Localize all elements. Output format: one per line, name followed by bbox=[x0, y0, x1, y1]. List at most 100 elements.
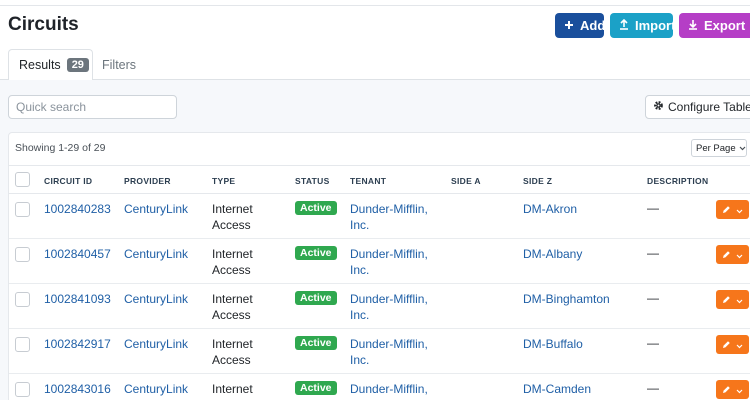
row-checkbox[interactable] bbox=[15, 337, 30, 352]
description: — bbox=[647, 336, 659, 350]
top-divider bbox=[0, 0, 750, 6]
circuit-type-line1: Internet bbox=[212, 247, 253, 261]
tab-results[interactable]: Results 29 bbox=[8, 49, 93, 81]
circuit-type: Internet Access bbox=[212, 381, 253, 400]
row-checkbox[interactable] bbox=[15, 247, 30, 262]
circuit-type-line1: Internet bbox=[212, 337, 253, 351]
side-z-link[interactable]: DM-Albany bbox=[523, 246, 582, 262]
column-header-status[interactable]: STATUS bbox=[295, 176, 330, 186]
side-z-link[interactable]: DM-Binghamton bbox=[523, 291, 610, 307]
row-checkbox[interactable] bbox=[15, 382, 30, 397]
tenant-line1: Dunder-Mifflin, bbox=[350, 337, 428, 351]
per-page-label: Per Page bbox=[696, 142, 736, 154]
pencil-icon bbox=[722, 291, 731, 309]
table-body: 1002840283 CenturyLink Internet Access A… bbox=[9, 194, 750, 400]
tenant-link[interactable]: Dunder-Mifflin, Inc. bbox=[350, 246, 428, 278]
status-badge: Active bbox=[295, 381, 337, 395]
circuit-id-link[interactable]: 1002843016 bbox=[44, 381, 111, 397]
tenant-line2: Inc. bbox=[350, 263, 370, 277]
chevron-down-icon bbox=[736, 381, 743, 399]
tenant-link[interactable]: Dunder-Mifflin, Inc. bbox=[350, 381, 428, 400]
table-row: 1002840457 CenturyLink Internet Access A… bbox=[9, 239, 750, 284]
column-header-tenant[interactable]: TENANT bbox=[350, 176, 386, 186]
circuit-type-line1: Internet bbox=[212, 382, 253, 396]
column-header-provider[interactable]: PROVIDER bbox=[124, 176, 171, 186]
provider-link[interactable]: CenturyLink bbox=[124, 336, 188, 352]
table-row: 1002840283 CenturyLink Internet Access A… bbox=[9, 194, 750, 239]
table-header: CIRCUIT ID PROVIDER TYPE STATUS TENANT S… bbox=[9, 165, 750, 194]
side-z-link[interactable]: DM-Akron bbox=[523, 201, 577, 217]
tenant-line2: Inc. bbox=[350, 353, 370, 367]
configure-table-button[interactable]: Configure Table bbox=[645, 95, 750, 119]
pencil-icon bbox=[722, 336, 731, 354]
circuit-type-line2: Access bbox=[212, 308, 251, 322]
circuit-type-line1: Internet bbox=[212, 202, 253, 216]
tenant-line1: Dunder-Mifflin, bbox=[350, 202, 428, 216]
tenant-link[interactable]: Dunder-Mifflin, Inc. bbox=[350, 291, 428, 323]
table-row: 1002841093 CenturyLink Internet Access A… bbox=[9, 284, 750, 329]
status-badge: Active bbox=[295, 246, 337, 260]
tenant-line1: Dunder-Mifflin, bbox=[350, 292, 428, 306]
description: — bbox=[647, 291, 659, 305]
column-header-side-z[interactable]: SIDE Z bbox=[523, 176, 552, 186]
circuit-type-line2: Access bbox=[212, 263, 251, 277]
export-button[interactable]: Export bbox=[679, 13, 750, 38]
select-all-checkbox[interactable] bbox=[15, 172, 30, 187]
row-actions-button[interactable] bbox=[716, 200, 749, 219]
column-header-type[interactable]: TYPE bbox=[212, 176, 235, 186]
quick-search-input[interactable] bbox=[8, 95, 177, 119]
circuit-type: Internet Access bbox=[212, 201, 253, 233]
circuit-type-line2: Access bbox=[212, 218, 251, 232]
tab-bar: Results 29 Filters bbox=[0, 49, 750, 81]
circuit-type-line1: Internet bbox=[212, 292, 253, 306]
provider-link[interactable]: CenturyLink bbox=[124, 201, 188, 217]
description: — bbox=[647, 246, 659, 260]
provider-link[interactable]: CenturyLink bbox=[124, 381, 188, 397]
circuit-type: Internet Access bbox=[212, 336, 253, 368]
status-badge: Active bbox=[295, 336, 337, 350]
row-actions-button[interactable] bbox=[716, 335, 749, 354]
chevron-down-icon bbox=[739, 143, 746, 154]
circuit-id-link[interactable]: 1002840283 bbox=[44, 201, 111, 217]
side-z-link[interactable]: DM-Camden bbox=[523, 381, 591, 397]
row-actions-button[interactable] bbox=[716, 380, 749, 399]
row-checkbox[interactable] bbox=[15, 292, 30, 307]
table-row: 1002843016 CenturyLink Internet Access A… bbox=[9, 374, 750, 400]
side-z-link[interactable]: DM-Buffalo bbox=[523, 336, 583, 352]
pencil-icon bbox=[722, 381, 731, 399]
row-checkbox[interactable] bbox=[15, 202, 30, 217]
row-actions-button[interactable] bbox=[716, 290, 749, 309]
tab-results-label: Results bbox=[19, 58, 61, 72]
table-row: 1002842917 CenturyLink Internet Access A… bbox=[9, 329, 750, 374]
tab-filters[interactable]: Filters bbox=[92, 49, 146, 80]
column-header-side-a[interactable]: SIDE A bbox=[451, 176, 481, 186]
circuit-id-link[interactable]: 1002842917 bbox=[44, 336, 111, 352]
download-icon bbox=[688, 18, 698, 33]
tenant-line1: Dunder-Mifflin, bbox=[350, 247, 428, 261]
circuit-type: Internet Access bbox=[212, 291, 253, 323]
description: — bbox=[647, 201, 659, 215]
showing-count: Showing 1-29 of 29 bbox=[15, 142, 106, 154]
row-actions-button[interactable] bbox=[716, 245, 749, 264]
add-button[interactable]: Add bbox=[555, 13, 606, 38]
tenant-link[interactable]: Dunder-Mifflin, Inc. bbox=[350, 201, 428, 233]
provider-link[interactable]: CenturyLink bbox=[124, 246, 188, 262]
page-title: Circuits bbox=[8, 14, 79, 35]
tenant-line2: Inc. bbox=[350, 308, 370, 322]
import-button[interactable]: Import bbox=[610, 13, 676, 38]
import-button-label: Import bbox=[635, 18, 676, 33]
content-area: Configure Table Showing 1-29 of 29 Per P… bbox=[0, 80, 750, 400]
per-page-select[interactable]: Per Page bbox=[691, 139, 747, 157]
pencil-icon bbox=[722, 201, 731, 219]
chevron-down-icon bbox=[736, 291, 743, 309]
circuit-id-link[interactable]: 1002840457 bbox=[44, 246, 111, 262]
add-button-label: Add bbox=[580, 18, 606, 33]
tenant-link[interactable]: Dunder-Mifflin, Inc. bbox=[350, 336, 428, 368]
column-header-description[interactable]: DESCRIPTION bbox=[647, 176, 708, 186]
column-header-circuit-id[interactable]: CIRCUIT ID bbox=[44, 176, 92, 186]
tenant-line2: Inc. bbox=[350, 218, 370, 232]
provider-link[interactable]: CenturyLink bbox=[124, 291, 188, 307]
description: — bbox=[647, 381, 659, 395]
circuit-type: Internet Access bbox=[212, 246, 253, 278]
circuit-id-link[interactable]: 1002841093 bbox=[44, 291, 111, 307]
